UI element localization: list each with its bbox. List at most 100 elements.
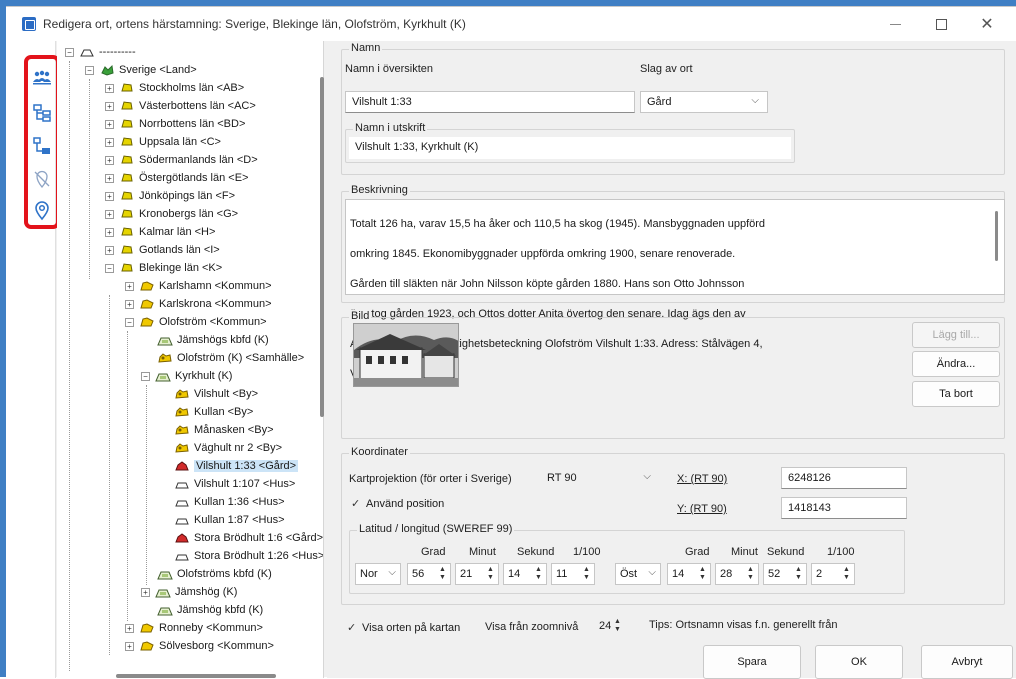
tree-node-kyrkhult[interactable]: − Kyrkhult (K) [141, 367, 232, 385]
stepper-arrows-icon[interactable]: ▲ ▼ [535, 566, 543, 582]
expand-icon[interactable]: + [141, 587, 150, 597]
lat-direction-select[interactable]: Nor ⌵ [355, 563, 401, 585]
lon-minut-stepper[interactable]: 28 ▲ ▼ [715, 563, 759, 585]
lat-hundredth-stepper[interactable]: 11 ▲ ▼ [551, 563, 595, 585]
expand-icon[interactable]: + [105, 83, 114, 93]
namn-utskrift-input[interactable]: Vilshult 1:33, Kyrkhult (K) [349, 137, 791, 159]
lat-sekund-stepper[interactable]: 14 ▲ ▼ [503, 563, 547, 585]
hierarchy-icon[interactable] [32, 136, 52, 156]
cancel-button[interactable]: Avbryt [921, 645, 1013, 679]
beskrivning-scrollbar[interactable] [995, 211, 998, 261]
tree-node-samhalle[interactable]: Olofström (K) <Samhälle> [157, 349, 304, 367]
place-tree[interactable]: − ---------- − Sverige <Land> + Stockholm… [57, 41, 324, 678]
tree-node-lan[interactable]: + Uppsala län <C> [105, 133, 221, 151]
maximize-button[interactable] [918, 7, 964, 41]
ok-button[interactable]: OK [815, 645, 903, 679]
collapse-icon[interactable]: − [125, 317, 134, 327]
no-location-icon[interactable] [32, 169, 52, 189]
expand-icon[interactable]: + [105, 173, 114, 183]
tree-icon[interactable] [32, 103, 52, 123]
namn-oversikt-input[interactable]: Vilshult 1:33 [345, 91, 635, 113]
remove-image-button[interactable]: Ta bort [912, 381, 1000, 407]
expand-icon[interactable]: + [125, 623, 134, 633]
lon-grad-stepper[interactable]: 14 ▲ ▼ [667, 563, 711, 585]
save-button[interactable]: Spara [703, 645, 801, 679]
lon-hundredth-stepper[interactable]: 2 ▲ ▼ [811, 563, 855, 585]
expand-icon[interactable]: + [105, 119, 114, 129]
expand-icon[interactable]: + [105, 101, 114, 111]
slag-select[interactable]: Gård ⌵ [640, 91, 768, 113]
tree-node-parish[interactable]: Olofströms kbfd (K) [157, 565, 272, 583]
tree-node-house[interactable]: Kullan 1:36 <Hus> [174, 493, 285, 511]
stepper-arrows-icon[interactable]: ▲ ▼ [795, 566, 803, 582]
collapse-icon[interactable]: − [85, 65, 94, 75]
tree-node-parish[interactable]: Jämshögs kbfd (K) [157, 331, 269, 349]
use-position-checkbox[interactable]: ✓ Använd position [351, 497, 444, 511]
tree-node-sverige[interactable]: − Sverige <Land> [85, 61, 197, 79]
tree-node-farm[interactable]: Stora Brödhult 1:6 <Gård> [174, 529, 323, 547]
farm-photo[interactable] [353, 323, 459, 387]
add-image-button[interactable]: Lägg till... [912, 322, 1000, 348]
show-on-map-checkbox[interactable]: ✓ Visa orten på kartan [347, 621, 460, 635]
projection-select[interactable]: RT 90 ⌵ [541, 468, 659, 490]
tree-node-village[interactable]: Kullan <By> [174, 403, 253, 421]
tree-node-blekinge[interactable]: − Blekinge län <K> [105, 259, 222, 277]
stepper-arrows-icon[interactable]: ▲ ▼ [487, 566, 495, 582]
expand-icon[interactable]: + [105, 209, 114, 219]
collapse-icon[interactable]: − [141, 371, 150, 381]
lon-direction-select[interactable]: Öst ⌵ [615, 563, 661, 585]
tree-node-kommun[interactable]: + Sölvesborg <Kommun> [125, 637, 274, 655]
tree-node-kommun[interactable]: + Ronneby <Kommun> [125, 619, 263, 637]
stepper-arrows-icon[interactable]: ▲ ▼ [614, 618, 622, 634]
lat-minut-stepper[interactable]: 21 ▲ ▼ [455, 563, 499, 585]
x-input[interactable]: 6248126 [781, 467, 907, 489]
tree-node-house[interactable]: Stora Brödhult 1:26 <Hus> [174, 547, 323, 565]
stepper-arrows-icon[interactable]: ▲ ▼ [583, 566, 591, 582]
tree-node-village[interactable]: Månasken <By> [174, 421, 274, 439]
tree-node-parish[interactable]: Jämshög kbfd (K) [157, 601, 263, 619]
tree-node-lan[interactable]: + Kalmar län <H> [105, 223, 215, 241]
tree-node-house[interactable]: Vilshult 1:107 <Hus> [174, 475, 295, 493]
stepper-arrows-icon[interactable]: ▲ ▼ [699, 566, 707, 582]
tree-node-selected-farm[interactable]: Vilshult 1:33 <Gård> [174, 457, 299, 475]
tree-node-kommun[interactable]: + Karlshamn <Kommun> [125, 277, 272, 295]
tree-vertical-scrollbar[interactable] [320, 77, 324, 417]
collapse-icon[interactable]: − [65, 47, 74, 57]
tree-node-lan[interactable]: + Norrbottens län <BD> [105, 115, 245, 133]
expand-icon[interactable]: + [105, 137, 114, 147]
expand-icon[interactable]: + [125, 641, 134, 651]
change-image-button[interactable]: Ändra... [912, 351, 1000, 377]
title-bar[interactable]: Redigera ort, ortens härstamning: Sverig… [6, 7, 1016, 41]
tree-node-parish[interactable]: + Jämshög (K) [141, 583, 237, 601]
tree-node-house[interactable]: Kullan 1:87 <Hus> [174, 511, 285, 529]
expand-icon[interactable]: + [105, 245, 114, 255]
tree-node-lan[interactable]: + Kronobergs län <G> [105, 205, 238, 223]
tree-node-lan[interactable]: + Västerbottens län <AC> [105, 97, 256, 115]
beskrivning-textarea[interactable]: Totalt 126 ha, varav 15,5 ha åker och 11… [345, 199, 1005, 380]
lon-sekund-stepper[interactable]: 52 ▲ ▼ [763, 563, 807, 585]
close-button[interactable]: ✕ [964, 7, 1010, 41]
tree-node-root[interactable]: − ---------- [65, 43, 136, 61]
collapse-icon[interactable]: − [105, 263, 114, 273]
tree-node-lan[interactable]: + Gotlands län <I> [105, 241, 220, 259]
tree-node-lan[interactable]: + Södermanlands län <D> [105, 151, 258, 169]
tree-horizontal-scrollbar[interactable] [116, 674, 276, 678]
expand-icon[interactable]: + [105, 227, 114, 237]
tree-node-lan[interactable]: + Jönköpings län <F> [105, 187, 235, 205]
stepper-arrows-icon[interactable]: ▲ ▼ [747, 566, 755, 582]
expand-icon[interactable]: + [105, 155, 114, 165]
stepper-arrows-icon[interactable]: ▲ ▼ [843, 566, 851, 582]
y-input[interactable]: 1418143 [781, 497, 907, 519]
tree-node-olofstrom[interactable]: − Olofström <Kommun> [125, 313, 267, 331]
expand-icon[interactable]: + [125, 299, 134, 309]
minimize-button[interactable] [872, 7, 918, 41]
tree-node-village[interactable]: Väghult nr 2 <By> [174, 439, 282, 457]
zoom-stepper[interactable]: 24 ▲ ▼ [595, 616, 625, 638]
tree-node-village[interactable]: Vilshult <By> [174, 385, 258, 403]
lat-grad-stepper[interactable]: 56 ▲ ▼ [407, 563, 451, 585]
tree-node-lan[interactable]: + Stockholms län <AB> [105, 79, 244, 97]
expand-icon[interactable]: + [125, 281, 134, 291]
tree-node-lan[interactable]: + Östergötlands län <E> [105, 169, 248, 187]
expand-icon[interactable]: + [105, 191, 114, 201]
stepper-arrows-icon[interactable]: ▲ ▼ [439, 566, 447, 582]
